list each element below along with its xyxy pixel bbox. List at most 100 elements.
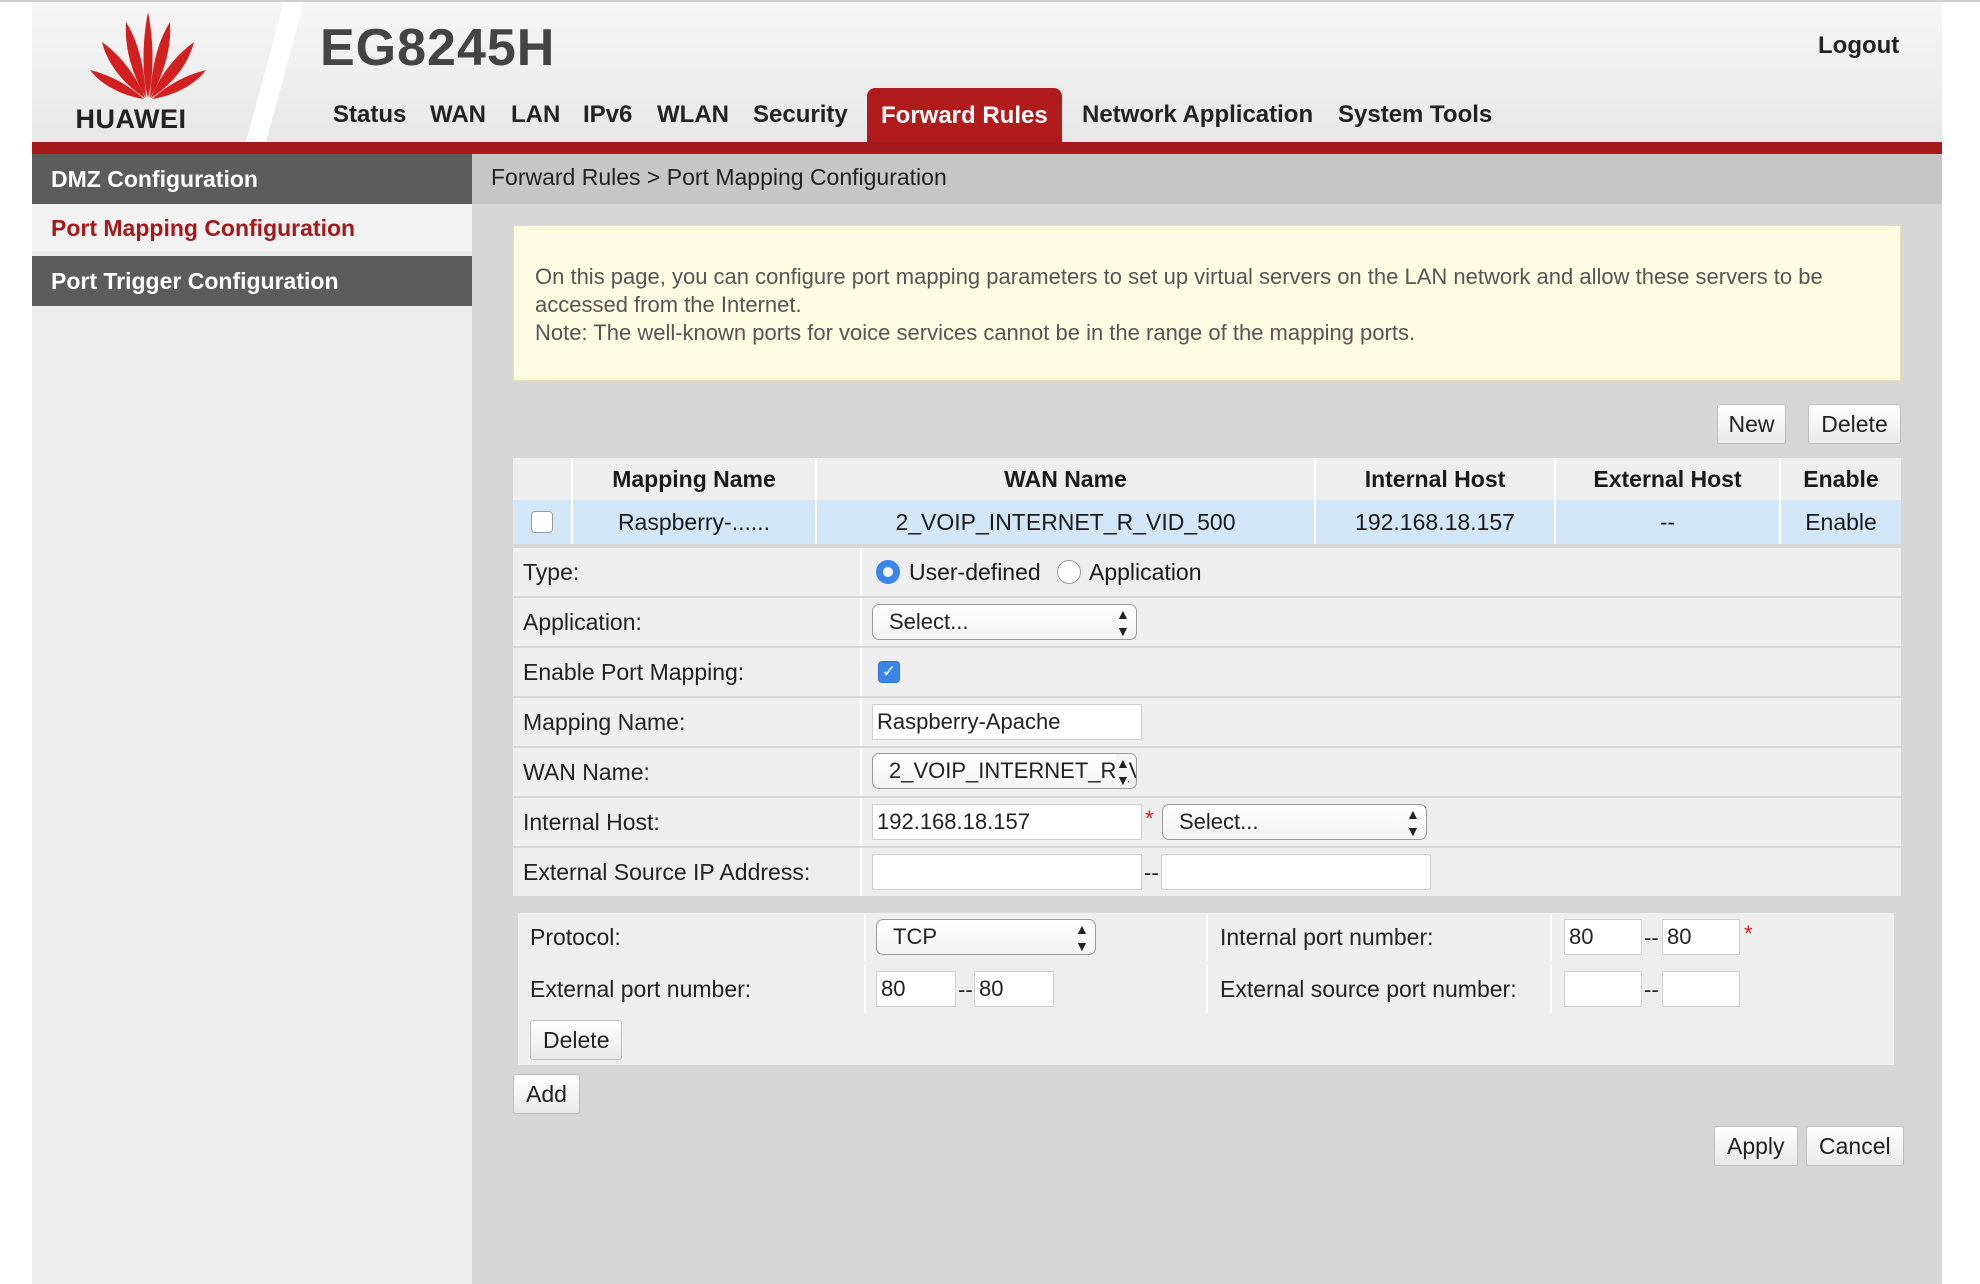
range-separator: -- bbox=[1644, 925, 1659, 950]
row-divider bbox=[1550, 913, 1552, 961]
type-label: Type: bbox=[523, 559, 580, 585]
delete-button[interactable]: Delete bbox=[1808, 404, 1901, 444]
internal-host-row: Internal Host: 192.168.18.157 * Select..… bbox=[513, 798, 1901, 846]
huawei-petals-icon bbox=[90, 12, 206, 99]
row-divider bbox=[860, 648, 862, 696]
row-checkbox[interactable] bbox=[531, 511, 553, 533]
logout-link[interactable]: Logout bbox=[1818, 32, 1899, 60]
row-select-cell bbox=[513, 500, 573, 544]
row-divider bbox=[1206, 965, 1208, 1013]
nav-forward-rules[interactable]: Forward Rules bbox=[867, 88, 1062, 144]
column-header: WAN Name bbox=[817, 458, 1316, 500]
external-source-ip-end-input[interactable] bbox=[1161, 854, 1431, 890]
enable-label: Enable Port Mapping: bbox=[523, 659, 745, 685]
sidebar-item-port-trigger[interactable]: Port Trigger Configuration bbox=[32, 256, 472, 306]
table-row[interactable]: Raspberry-...... 2_VOIP_INTERNET_R_VID_5… bbox=[513, 500, 1901, 544]
brand-name: HUAWEI bbox=[75, 104, 187, 134]
external-source-ip-label: External Source IP Address: bbox=[523, 859, 811, 885]
sidebar-item-dmz[interactable]: DMZ Configuration bbox=[32, 154, 472, 204]
nav-security[interactable]: Security bbox=[753, 92, 848, 142]
enable-row: Enable Port Mapping: ✓ bbox=[513, 648, 1901, 696]
row-divider bbox=[864, 965, 866, 1013]
info-notice: On this page, you can configure port map… bbox=[513, 225, 1901, 381]
type-user-defined-radio[interactable] bbox=[876, 560, 900, 584]
internal-port-start-input[interactable]: 80 bbox=[1564, 919, 1642, 955]
internal-port-end-input[interactable]: 80 bbox=[1662, 919, 1740, 955]
add-port-button[interactable]: Add bbox=[513, 1074, 580, 1114]
row-divider bbox=[864, 913, 866, 961]
wan-name-select[interactable]: 2_VOIP_INTERNET_R_VID_500 ▲▼ bbox=[872, 753, 1137, 789]
row-divider bbox=[860, 848, 862, 896]
header-select-cell bbox=[513, 458, 573, 500]
external-source-port-label: External source port number: bbox=[1220, 976, 1517, 1002]
row-divider bbox=[860, 698, 862, 746]
external-port-label: External port number: bbox=[530, 976, 752, 1002]
column-header: Enable bbox=[1803, 465, 1879, 492]
nav-wlan[interactable]: WLAN bbox=[657, 92, 729, 142]
nav-system-tools[interactable]: System Tools bbox=[1338, 92, 1492, 142]
type-application-label: Application bbox=[1089, 559, 1202, 585]
notice-line-1: On this page, you can configure port map… bbox=[535, 264, 1823, 317]
wan-name-row: WAN Name: 2_VOIP_INTERNET_R_VID_500 ▲▼ bbox=[513, 748, 1901, 796]
cancel-button[interactable]: Cancel bbox=[1806, 1126, 1904, 1166]
enable-port-mapping-checkbox[interactable]: ✓ bbox=[878, 661, 900, 683]
protocol-label: Protocol: bbox=[530, 924, 621, 950]
external-source-port-start-input[interactable] bbox=[1564, 971, 1642, 1007]
delete-port-button[interactable]: Delete bbox=[530, 1020, 623, 1060]
select-arrows-icon: ▲ ▼ bbox=[1406, 806, 1420, 839]
required-mark: * bbox=[1744, 921, 1753, 946]
external-source-port-end-input[interactable] bbox=[1662, 971, 1740, 1007]
application-select[interactable]: Select... ▲ ▼ bbox=[872, 604, 1137, 640]
header-red-bar bbox=[32, 142, 1942, 154]
internal-host-select[interactable]: Select... ▲ ▼ bbox=[1162, 804, 1427, 840]
sidebar-item-port-mapping[interactable]: Port Mapping Configuration bbox=[32, 205, 472, 251]
new-button[interactable]: New bbox=[1717, 404, 1786, 444]
external-port-row: External port number: 80 -- 80 External … bbox=[518, 965, 1894, 1013]
nav-lan[interactable]: LAN bbox=[511, 92, 560, 142]
table-header: Mapping Name WAN Name Internal Host Exte… bbox=[513, 458, 1901, 500]
required-mark: * bbox=[1145, 806, 1154, 831]
internal-host-label: Internal Host: bbox=[523, 809, 660, 835]
select-arrows-icon: ▲ ▼ bbox=[1116, 754, 1130, 788]
internal-port-label: Internal port number: bbox=[1220, 924, 1434, 950]
protocol-row: Protocol: TCP ▲ ▼ Internal port number: 8… bbox=[518, 913, 1894, 961]
breadcrumb: Forward Rules > Port Mapping Configurati… bbox=[491, 164, 947, 190]
apply-button[interactable]: Apply bbox=[1714, 1126, 1798, 1166]
column-header: Mapping Name bbox=[573, 458, 817, 500]
row-divider bbox=[1550, 965, 1552, 1013]
row-mapping-name: Raspberry-...... bbox=[573, 500, 817, 544]
nav-ipv6[interactable]: IPv6 bbox=[583, 92, 632, 142]
mapping-name-input[interactable]: Raspberry-Apache bbox=[872, 704, 1142, 740]
row-internal-host: 192.168.18.157 bbox=[1316, 500, 1556, 544]
application-label: Application: bbox=[523, 609, 642, 635]
type-user-defined-label: User-defined bbox=[909, 559, 1041, 585]
internal-host-input[interactable]: 192.168.18.157 bbox=[872, 804, 1142, 840]
column-header: Internal Host bbox=[1316, 458, 1556, 500]
nav-wan[interactable]: WAN bbox=[430, 92, 486, 142]
select-arrows-icon: ▲ ▼ bbox=[1075, 921, 1089, 954]
row-divider bbox=[860, 748, 862, 796]
range-separator: -- bbox=[958, 977, 973, 1002]
type-application-radio[interactable] bbox=[1057, 560, 1081, 584]
application-select-value: Select... bbox=[889, 609, 969, 634]
wan-name-select-value: 2_VOIP_INTERNET_R_VID_500 bbox=[889, 758, 1136, 783]
product-title: EG8245H bbox=[320, 19, 556, 77]
wan-name-label: WAN Name: bbox=[523, 759, 650, 785]
protocol-select[interactable]: TCP ▲ ▼ bbox=[876, 919, 1096, 955]
type-row: Type: User-defined Application bbox=[513, 548, 1901, 596]
nav-status[interactable]: Status bbox=[333, 92, 406, 142]
nav-network-application[interactable]: Network Application bbox=[1082, 92, 1313, 142]
external-source-ip-start-input[interactable] bbox=[872, 854, 1142, 890]
row-divider bbox=[860, 598, 862, 646]
row-enable: Enable bbox=[1805, 508, 1877, 535]
row-divider bbox=[860, 798, 862, 846]
external-source-ip-row: External Source IP Address: -- bbox=[513, 848, 1901, 896]
mapping-name-row: Mapping Name: Raspberry-Apache bbox=[513, 698, 1901, 746]
sidebar bbox=[32, 154, 472, 1284]
external-port-end-input[interactable]: 80 bbox=[974, 971, 1054, 1007]
column-header: External Host bbox=[1556, 458, 1781, 500]
protocol-select-value: TCP bbox=[893, 924, 937, 949]
range-separator: -- bbox=[1144, 860, 1159, 885]
row-divider bbox=[860, 548, 862, 596]
external-port-start-input[interactable]: 80 bbox=[876, 971, 956, 1007]
